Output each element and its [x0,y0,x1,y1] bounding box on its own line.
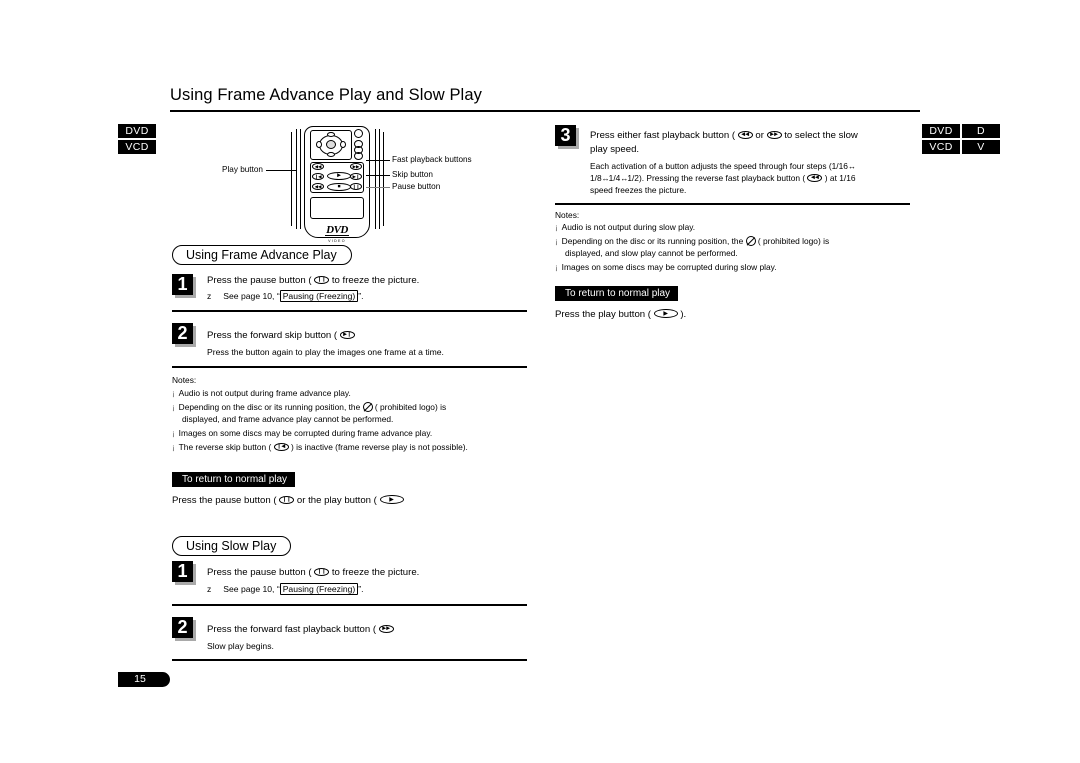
reverse-fast-playback-button-icon-2: ◀◀ [807,174,823,182]
forward-fast-playback-button-icon: ▶▶ [378,625,394,633]
frame-advance-return-bar: To return to normal play [172,472,296,487]
slow-play-step2-note: Slow play begins. [207,641,274,651]
step-badge-2-frame-advance: 2 [172,323,196,347]
remote-channel-down-icon [354,152,363,160]
remote-pause-icon: ❙❙ [350,183,362,190]
forward-skip-button-icon: ▶❙ [339,331,355,339]
step-badge-1-frame-advance: 1 [172,274,196,298]
section-heading-slow-play: Using Slow Play [172,536,292,556]
slow-play-step1-reference: z See page 10, “Pausing (Freezing)”. [207,583,364,595]
pause-button-icon-slow: ❙❙ [314,568,330,576]
frame-advance-note-4: ¡ The reverse skip button ( ❙◀ ) is inact… [172,442,468,452]
slow-play-step3-body-line2: 1/8↔1/4↔1/2). Pressing the reverse fast … [590,173,856,183]
disc-badge-dvd-left: DVD [118,124,156,138]
disc-badge-vcd-left: VCD [118,140,156,154]
remote-power-icon [354,129,363,138]
dpad-right-icon [340,141,346,148]
page-title: Using Frame Advance Play and Slow Play [170,86,482,104]
remote-reverse-skip-icon: ❙◀ [312,173,324,180]
play-button-icon-slow-return: ▶ [653,309,678,318]
step-badge-3-slow-play: 3 [555,125,579,149]
remote-forward-fast-playback-icon: ▶▶ [350,163,362,170]
remote-outer-edge-right [383,132,386,226]
frame-advance-note-2-line2: displayed, and frame advance play cannot… [182,414,394,424]
remote-forward-skip-icon: ▶❙ [350,173,362,180]
frame-advance-note-1: ¡ Audio is not output during frame advanc… [172,388,351,398]
step-badge-2-slow-play: 2 [172,617,196,641]
play-button-callout-label: Play button [222,165,263,174]
pause-button-icon: ❙❙ [314,276,330,284]
remote-slow-icon: ◀◀ [312,183,324,190]
dvd-video-logo: DVD VIDEO [316,220,358,244]
slow-play-step2-text: Press the forward fast playback button (… [207,623,394,636]
remote-play-icon: ▶ [327,172,351,180]
prohibited-icon [362,402,373,412]
dpad-down-icon [327,152,335,157]
title-divider [170,110,920,112]
step-badge-1-slow-play: 1 [172,561,196,585]
frame-advance-return-text: Press the pause button ( ❙❙ or the play … [172,494,404,507]
play-button-icon-return: ▶ [379,495,404,504]
remote-reverse-fast-playback-icon: ◀◀ [312,163,324,170]
pause-button-callout-label: Pause button [392,182,441,191]
remote-lower-panel [310,197,364,219]
slow-play-step3-text-line2: play speed. [590,144,640,155]
frame-advance-divider-1 [172,310,527,312]
frame-advance-divider-2 [172,366,527,368]
slow-play-note-1: ¡ Audio is not output during slow play. [555,222,696,232]
remote-outer-edge-left [291,132,294,226]
disc-badge-dvd-right: DVD [922,124,960,138]
slow-play-step3-divider [555,203,910,205]
reverse-fast-playback-button-icon: ◀◀ [737,131,753,139]
dvd-logo-text: DVD [325,224,349,236]
remote-side-button-group [353,129,365,161]
slow-play-step3-text-line1: Press either fast playback button ( ◀◀ o… [590,130,858,141]
pausing-freezing-reference[interactable]: Pausing (Freezing) [279,290,359,302]
slow-play-divider-2 [172,659,527,661]
frame-advance-note-2: ¡ Depending on the disc or its running po… [172,402,447,412]
frame-advance-step2-note: Press the button again to play the image… [207,347,444,357]
skip-button-callout-label: Skip button [392,170,433,179]
pausing-freezing-reference-slow[interactable]: Pausing (Freezing) [279,583,359,595]
pause-button-icon-return: ❙❙ [279,496,295,504]
disc-badge-vcd-right-clipped: V [962,140,1000,154]
reverse-skip-button-icon: ❙◀ [273,443,289,451]
page-number: 15 [118,672,170,687]
slow-play-step3-body-line3: speed freezes the picture. [590,185,687,195]
play-button-callout-line [266,169,296,171]
dpad-icon [316,132,346,157]
fast-playback-buttons-callout-line [366,159,390,161]
frame-advance-step2-text: Press the forward skip button ( ▶❙ [207,329,355,342]
frame-advance-notes-title: Notes: [172,375,197,385]
slow-play-notes-title: Notes: [555,210,580,220]
slow-play-return-text: Press the play button ( ▶ ). [555,309,687,320]
pause-button-callout-line [366,186,390,188]
manual-page: Using Frame Advance Play and Slow Play D… [0,0,1080,763]
dvd-logo-subtext: VIDEO [328,239,346,243]
frame-advance-step1-text: Press the pause button ( ❙❙ to freeze th… [207,275,420,286]
skip-button-callout-line [366,174,390,176]
dpad-up-icon [327,132,335,137]
remote-side-left [296,129,301,229]
frame-advance-step1-reference: z See page 10, “Pausing (Freezing)”. [207,290,364,302]
slow-play-divider-1 [172,604,527,606]
disc-badge-dvd-right-clipped: D [962,124,1000,138]
slow-play-step3-body-line1: Each activation of a button adjusts the … [590,161,856,171]
slow-play-step1-text: Press the pause button ( ❙❙ to freeze th… [207,567,420,578]
slow-play-note-3: ¡ Images on some discs may be corrupted d… [555,262,777,272]
fast-playback-buttons-callout-label: Fast playback buttons [392,155,472,164]
remote-side-right [375,129,380,229]
remote-stop-icon: ■ [327,183,351,191]
prohibited-icon-slow [745,236,756,246]
forward-fast-playback-button-icon-2: ▶▶ [766,131,782,139]
slow-play-note-2-line2: displayed, and slow play cannot be perfo… [565,248,738,258]
dpad-enter-icon [326,140,336,149]
section-heading-frame-advance: Using Frame Advance Play [172,245,352,265]
frame-advance-note-3: ¡ Images on some discs may be corrupted d… [172,428,433,438]
slow-play-note-2: ¡ Depending on the disc or its running po… [555,236,830,246]
dpad-left-icon [316,141,322,148]
disc-badge-vcd-right: VCD [922,140,960,154]
slow-play-return-bar: To return to normal play [555,286,679,301]
remote-control-illustration: ◀◀ ▶▶ ❙◀ ▶ ▶❙ ◀◀ ■ ❙❙ DVD VIDEO [290,126,386,243]
